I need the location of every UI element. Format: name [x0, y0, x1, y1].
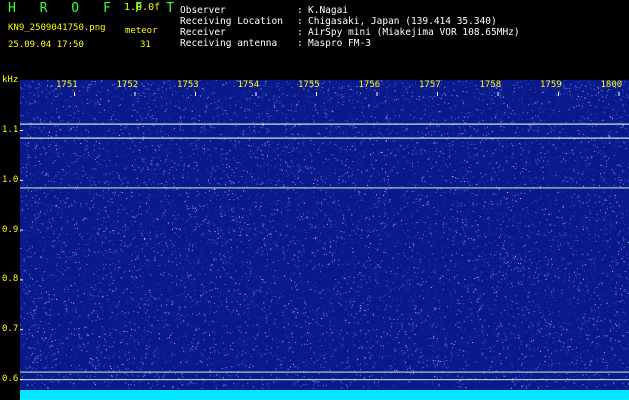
time-tick-label: 1752 — [116, 80, 139, 90]
carrier-line — [20, 123, 629, 125]
frequency-tick-mark — [20, 229, 23, 231]
time-tick-mark — [437, 92, 438, 96]
colon-1: : — [297, 5, 303, 16]
datetime-label: 25.09.04 17:50 — [8, 40, 84, 50]
frequency-tick-mark — [20, 379, 23, 380]
version-label: 1.0.0f — [124, 2, 161, 13]
meteor-count: 31 — [140, 40, 151, 50]
time-tick-mark — [316, 92, 317, 96]
frequency-tick-label: 0.7 — [2, 324, 19, 335]
location-value: Chigasaki, Japan (139.414 35.340) — [308, 16, 497, 27]
frequency-tick-label: 1.1 — [2, 125, 19, 135]
time-tick-label: 1757 — [419, 80, 441, 90]
receiver-value: AirSpy mini (Miakejima VOR 108.65MHz) — [308, 27, 520, 38]
time-tick-label: 1753 — [177, 80, 199, 90]
colon-4: : — [297, 38, 303, 49]
time-tick-mark — [134, 92, 136, 96]
frequency-tick-mark — [20, 179, 23, 181]
frequency-tick-mark — [20, 130, 23, 131]
time-tick-mark — [255, 92, 257, 96]
time-tick-mark — [195, 92, 196, 96]
frequency-tick-mark — [20, 279, 23, 281]
colon-3: : — [297, 27, 303, 38]
time-tick-label: 1754 — [237, 80, 260, 90]
colon-2: : — [297, 16, 303, 27]
filename-label: KN9_2509041750.png — [8, 23, 106, 33]
time-tick-label: 1751 — [56, 80, 78, 90]
carrier-line — [20, 137, 629, 139]
frequency-tick-label: 0.9 — [2, 224, 19, 235]
carrier-line — [20, 187, 629, 189]
frequency-tick-mark — [20, 329, 23, 331]
frequency-tick-label: 1.0 — [2, 174, 19, 185]
meteor-label: meteor — [125, 26, 158, 36]
carrier-line — [20, 371, 629, 373]
time-tick-mark — [558, 92, 559, 96]
frequency-tick-label: 0.6 — [2, 374, 19, 384]
time-tick-mark — [497, 92, 499, 96]
time-tick-mark — [74, 92, 75, 96]
observer-label: Observer — [180, 5, 226, 16]
time-tick-label: 1758 — [479, 80, 502, 90]
time-tick-mark — [618, 92, 620, 96]
y-axis-unit: kHz — [2, 75, 19, 85]
time-tick-label: 1755 — [298, 80, 320, 90]
time-tick-label: 1759 — [540, 80, 562, 90]
time-tick-label: 1756 — [358, 80, 381, 90]
receiver-label: Receiver — [180, 27, 226, 38]
carrier-line — [20, 379, 629, 381]
antenna-label: Receiving antenna — [180, 38, 278, 49]
spectrogram-plot — [20, 80, 629, 400]
location-label: Receiving Location — [180, 16, 283, 27]
noise-floor-band — [20, 390, 629, 400]
time-tick-label: 1800 — [600, 80, 623, 90]
time-tick-mark — [376, 92, 378, 96]
antenna-value: Maspro FM-3 — [308, 38, 371, 49]
observer-value: K.Nagai — [308, 5, 349, 16]
spectrogram-canvas — [20, 80, 629, 400]
frequency-tick-label: 0.8 — [2, 274, 19, 285]
